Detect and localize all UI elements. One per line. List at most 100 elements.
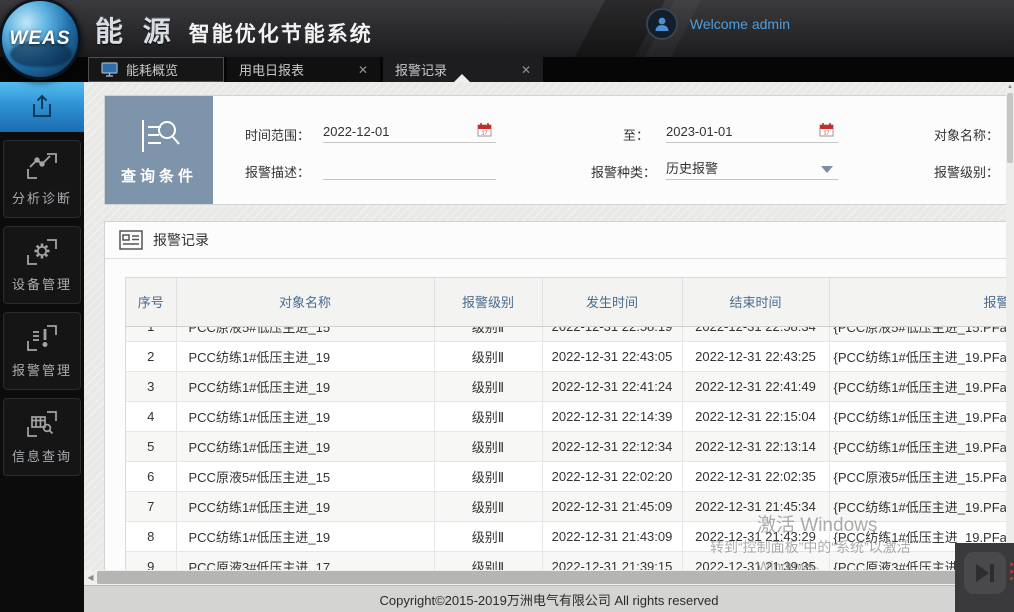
- export-icon: [27, 92, 57, 122]
- app-title-secondary: 智能优化节能系统: [189, 18, 373, 48]
- sidebar-item-label: 分析诊断: [12, 188, 72, 207]
- table-row[interactable]: 4PCC纺练1#低压主进_19级别Ⅱ2022-12-31 22:14:39202…: [126, 402, 1014, 432]
- table-row[interactable]: 7PCC纺练1#低压主进_19级别Ⅱ2022-12-31 21:45:09202…: [126, 492, 1014, 522]
- horizontal-scrollbar[interactable]: ◀: [84, 570, 1014, 585]
- table-cell: 2022-12-31 21:45:09: [542, 492, 682, 522]
- scroll-up-arrow-icon[interactable]: ▲: [1006, 82, 1014, 92]
- to-date-input[interactable]: 2023-01-01: [666, 123, 838, 143]
- app-title-primary: 能 源: [95, 10, 177, 50]
- table-cell: 2022-12-31 22:14:39: [542, 402, 682, 432]
- tab-label: 用电日报表: [239, 60, 304, 79]
- table-row[interactable]: 9PCC原液3#低压主进_17级别Ⅱ2022-12-31 21:39:15202…: [126, 552, 1014, 572]
- alarm-type-select[interactable]: 历史报警: [666, 160, 838, 180]
- to-label: 至：: [595, 125, 649, 144]
- table-row[interactable]: 6PCC原液5#低压主进_15级别Ⅱ2022-12-31 22:02:20202…: [126, 462, 1014, 492]
- table-row[interactable]: 3PCC纺练1#低压主进_19级别Ⅱ2022-12-31 22:41:24202…: [126, 372, 1014, 402]
- table-cell: {PCC纺练1#低压主进_19.PFav}<0.9: [829, 372, 1014, 402]
- tab-bar: 能耗概览 用电日报表 ✕ 报警记录 ✕: [0, 57, 1014, 82]
- sidebar-item-label: 信息查询: [12, 446, 72, 465]
- sidebar-item-alarms[interactable]: 报警管理: [3, 312, 81, 390]
- object-name-label: 对象名称：: [934, 125, 999, 144]
- calendar-icon[interactable]: 17: [819, 122, 834, 137]
- table-cell: 级别Ⅱ: [434, 522, 542, 552]
- gear-icon: [25, 237, 59, 267]
- table-cell: 2022-12-31 22:12:34: [542, 432, 682, 462]
- calendar-icon[interactable]: 17: [477, 122, 492, 137]
- section-title: 报警记录: [153, 230, 209, 250]
- table-cell: 2022-12-31 22:41:24: [542, 372, 682, 402]
- sidebar-item-analysis[interactable]: 分析诊断: [3, 140, 81, 218]
- query-panel: 查询条件 时间范围： 2022-12-01 17 至： 2023-01-01 1…: [104, 95, 1014, 205]
- weas-logo-text: WEAS: [10, 28, 71, 50]
- table-cell: 2022-12-31 21:39:15: [542, 552, 682, 572]
- sidebar-item-devices[interactable]: 设备管理: [3, 226, 81, 304]
- column-header: 报警级别: [434, 278, 542, 326]
- table-cell: 2022-12-31 22:15:04: [682, 402, 829, 432]
- table-cell: PCC纺练1#低压主进_19: [176, 402, 434, 432]
- welcome-text: Welcome admin: [690, 16, 790, 32]
- table-cell: 2022-12-31 22:41:49: [682, 372, 829, 402]
- vertical-scrollbar-thumb[interactable]: [1007, 93, 1013, 163]
- table-row[interactable]: 2PCC纺练1#低压主进_19级别Ⅱ2022-12-31 22:43:05202…: [126, 342, 1014, 372]
- chevron-down-icon[interactable]: [821, 166, 833, 173]
- alarm-type-label: 报警种类：: [565, 162, 656, 181]
- table-cell: 2022-12-31 21:45:34: [682, 492, 829, 522]
- alarm-manage-icon: [25, 323, 59, 353]
- sidebar: 分析诊断 设备管理 报警管理 信息查询: [0, 82, 84, 612]
- scroll-left-arrow-icon[interactable]: ◀: [84, 570, 97, 585]
- table-cell: 2022-12-31 21:43:09: [542, 522, 682, 552]
- table-cell: 2022-12-31 22:43:05: [542, 342, 682, 372]
- table-row[interactable]: 5PCC纺练1#低压主进_19级别Ⅱ2022-12-31 22:12:34202…: [126, 432, 1014, 462]
- table-cell: 级别Ⅱ: [434, 462, 542, 492]
- skip-next-icon[interactable]: [964, 552, 1006, 594]
- close-icon[interactable]: ✕: [332, 63, 368, 77]
- table-cell: 9: [126, 552, 176, 572]
- sidebar-item-home[interactable]: [0, 82, 84, 132]
- user-menu[interactable]: Welcome admin: [646, 8, 790, 40]
- query-search-icon: [136, 115, 182, 157]
- table-cell: 级别Ⅱ: [434, 402, 542, 432]
- monitor-icon: [101, 62, 118, 77]
- tab-daily-power-report[interactable]: 用电日报表 ✕: [227, 57, 380, 82]
- table-cell: 2022-12-31 22:02:35: [682, 462, 829, 492]
- vertical-scrollbar[interactable]: ▲: [1006, 82, 1014, 570]
- user-avatar-icon[interactable]: [646, 8, 678, 40]
- table-cell: 级别Ⅱ: [434, 372, 542, 402]
- tab-label: 能耗概览: [126, 60, 178, 79]
- table-cell: 级别Ⅱ: [434, 432, 542, 462]
- table-cell: {PCC纺练1#低压主进_19.PFav}<0.9: [829, 492, 1014, 522]
- table-row[interactable]: 1PCC原液5#低压主进_15级别Ⅱ2022-12-31 22:58:19202…: [126, 327, 1014, 342]
- table-body-viewport: 1PCC原液5#低压主进_15级别Ⅱ2022-12-31 22:58:19202…: [126, 327, 1014, 572]
- table-cell: 6: [126, 462, 176, 492]
- table-cell: PCC纺练1#低压主进_19: [176, 432, 434, 462]
- sidebar-item-info-query[interactable]: 信息查询: [3, 398, 81, 476]
- time-range-input[interactable]: 2022-12-01: [323, 123, 496, 143]
- table-cell: 级别Ⅱ: [434, 492, 542, 522]
- table-row[interactable]: 8PCC纺练1#低压主进_19级别Ⅱ2022-12-31 21:43:09202…: [126, 522, 1014, 552]
- alarm-table-head: 序号 对象名称 报警级别 发生时间 结束时间 报警条件: [126, 278, 1014, 327]
- table-cell: {PCC纺练1#低压主进_19.PFav}<0.9: [829, 402, 1014, 432]
- table-cell: PCC原液3#低压主进_17: [176, 552, 434, 572]
- table-cell: 级别Ⅱ: [434, 342, 542, 372]
- tab-energy-overview[interactable]: 能耗概览: [88, 57, 224, 82]
- weas-logo: WEAS: [0, 0, 81, 80]
- table-cell: PCC原液5#低压主进_15: [176, 462, 434, 492]
- close-icon[interactable]: ✕: [495, 63, 531, 77]
- column-header: 发生时间: [542, 278, 682, 326]
- sidebar-item-label: 报警管理: [12, 360, 72, 379]
- svg-text:17: 17: [481, 131, 487, 137]
- alarm-table-body: 1PCC原液5#低压主进_15级别Ⅱ2022-12-31 22:58:19202…: [126, 327, 1014, 572]
- table-cell: PCC纺练1#低压主进_19: [176, 342, 434, 372]
- table-cell: PCC纺练1#低压主进_19: [176, 372, 434, 402]
- alarm-desc-input[interactable]: [323, 160, 496, 180]
- table-cell: 2022-12-31 21:43:29: [682, 522, 829, 552]
- records-list-icon: [119, 230, 143, 250]
- table-cell: {PCC原液5#低压主进_15.PFav}<0.9: [829, 462, 1014, 492]
- table-cell: 级别Ⅱ: [434, 552, 542, 572]
- main-content: 查询条件 时间范围： 2022-12-01 17 至： 2023-01-01 1…: [84, 82, 1014, 585]
- table-cell: 2022-12-31 22:02:20: [542, 462, 682, 492]
- table-cell: 2022-12-31 22:13:14: [682, 432, 829, 462]
- horizontal-scrollbar-thumb[interactable]: [97, 571, 1007, 584]
- table-cell: 2022-12-31 22:43:25: [682, 342, 829, 372]
- alarm-records-header: 报警记录: [105, 222, 1014, 259]
